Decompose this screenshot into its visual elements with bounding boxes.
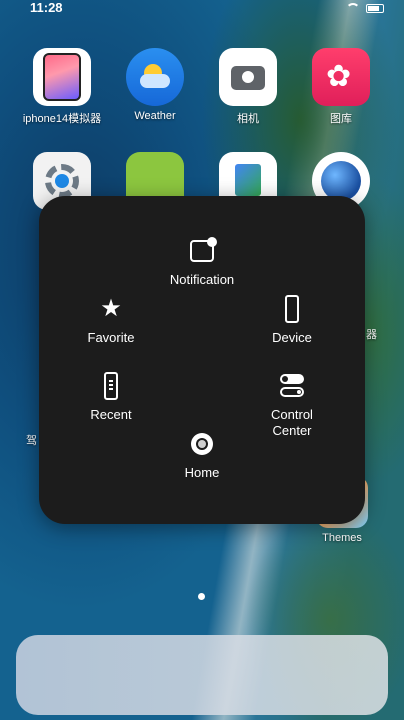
menu-label: Home: [184, 465, 220, 480]
dock: [16, 635, 388, 715]
menu-item-favorite[interactable]: ★ Favorite: [51, 294, 171, 346]
menu-item-recent[interactable]: Recent: [51, 371, 171, 423]
wifi-icon: [346, 3, 360, 13]
status-time: 11:28: [30, 0, 63, 15]
app-gallery[interactable]: ✿ 图库: [301, 48, 381, 126]
app-label: Weather: [134, 110, 176, 122]
toggle-switches-icon: [280, 374, 304, 398]
app-weather[interactable]: Weather: [115, 48, 195, 122]
phone-mockup-icon: [33, 48, 91, 106]
app-iphone14-simulator[interactable]: iphone14模拟器: [22, 48, 102, 126]
status-icons: [346, 3, 384, 13]
notification-icon: [190, 237, 217, 262]
app-camera[interactable]: 相机: [208, 48, 288, 126]
battery-icon: [366, 3, 384, 13]
status-bar: 11:28: [0, 0, 404, 18]
partial-app-label-left: 驾: [26, 435, 37, 447]
menu-item-device[interactable]: Device: [232, 294, 352, 346]
page-indicator-dot[interactable]: [198, 593, 205, 600]
recent-apps-icon: [104, 372, 118, 400]
star-icon: ★: [100, 295, 122, 322]
assistive-touch-menu: Notification ★ Favorite Device Recent Co…: [39, 196, 365, 524]
home-button-icon: [191, 433, 213, 455]
menu-label-line1: Control: [271, 407, 313, 422]
device-icon: [285, 295, 299, 323]
app-label: 相机: [237, 113, 259, 125]
app-label: iphone14模拟器: [22, 113, 102, 125]
camera-icon: [219, 48, 277, 106]
app-label: 图库: [330, 113, 352, 125]
menu-item-home[interactable]: Home: [142, 429, 262, 481]
gallery-icon: ✿: [312, 48, 370, 106]
menu-label: Recent: [90, 407, 132, 422]
partial-app-label-right: 器: [366, 329, 377, 341]
menu-label: Device: [272, 330, 312, 345]
weather-icon: [126, 48, 184, 106]
menu-item-notification[interactable]: Notification: [142, 236, 262, 288]
app-label: Themes: [322, 532, 362, 544]
menu-label: Notification: [169, 272, 235, 287]
menu-label: Favorite: [87, 330, 135, 345]
